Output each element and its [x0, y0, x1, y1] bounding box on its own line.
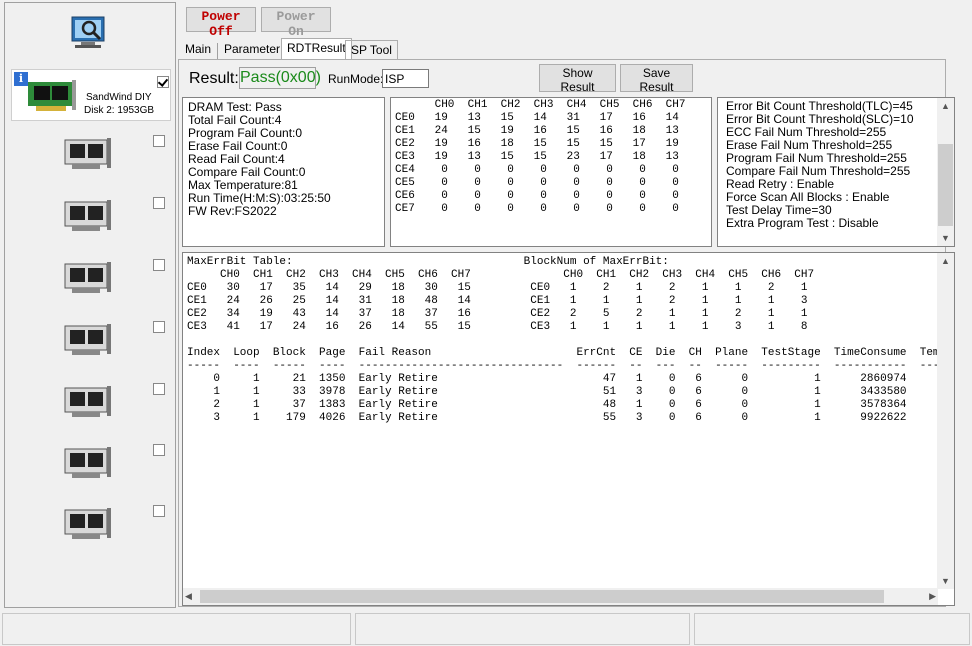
detail-line: CE0 30 17 35 14 29 18 30 15 CE0 1 2 1 2 … [187, 282, 808, 294]
ce-table-row: CH0 CH1 CH2 CH3 CH4 CH5 CH6 CH7 [395, 99, 686, 111]
search-monitor-icon[interactable] [69, 15, 109, 49]
pci-card-icon [64, 508, 111, 539]
device-slot-checkbox[interactable] [153, 321, 165, 333]
status-bar [0, 610, 972, 646]
device-slot-checkbox[interactable] [153, 383, 165, 395]
detail-panel: MaxErrBit Table: BlockNum of MaxErrBit: … [182, 252, 955, 606]
pci-card-icon [64, 386, 111, 417]
pci-card-icon [64, 138, 111, 169]
detail-line: CH0 CH1 CH2 CH3 CH4 CH5 CH6 CH7 CH0 CH1 … [187, 269, 815, 281]
detail-line: 2 1 37 1383 Early Retire 48 1 0 6 0 1 35… [187, 399, 907, 411]
threshold-list: Error Bit Count Threshold(TLC)=45 Error B… [726, 100, 946, 230]
device-slot-checkbox[interactable] [153, 135, 165, 147]
detail-line: 3 1 179 4026 Early Retire 55 3 0 6 0 1 9… [187, 412, 907, 424]
chevron-left-icon[interactable]: ◀ [185, 588, 192, 605]
detail-line: MaxErrBit Table: BlockNum of MaxErrBit: [187, 256, 669, 268]
result-label: Result: [189, 70, 239, 87]
h-scroll-thumb[interactable] [200, 590, 884, 603]
device-slot-checkbox[interactable] [153, 505, 165, 517]
chevron-up-icon[interactable]: ▲ [937, 98, 954, 114]
device-list-panel: i SandWind DIY Disk 2: 1953GB [4, 2, 176, 608]
pci-card-icon [64, 447, 111, 478]
detail-line: 1 1 33 3978 Early Retire 51 3 0 6 0 1 34… [187, 386, 907, 398]
summary-line: FW Rev:FS2022 [188, 204, 277, 218]
ce-table-panel: CH0 CH1 CH2 CH3 CH4 CH5 CH6 CH7 CE0 19 13… [390, 97, 712, 247]
device-slot-checkbox[interactable] [153, 197, 165, 209]
scroll-thumb[interactable] [938, 144, 953, 226]
pci-card-icon [64, 324, 111, 355]
device-slot-4[interactable] [13, 257, 173, 305]
tab-rdtresult[interactable]: RDTResult [281, 38, 352, 60]
runmode-input[interactable] [382, 69, 429, 88]
threshold-panel: Error Bit Count Threshold(TLC)=45 Error B… [717, 97, 955, 247]
pci-card-icon [64, 200, 111, 231]
device-slot-6[interactable] [13, 381, 173, 429]
tab-main[interactable]: Main [180, 40, 216, 59]
device-slot-8[interactable] [13, 503, 173, 551]
detail-line: Index Loop Block Page Fail Reason ErrCnt… [187, 347, 953, 359]
chevron-down-icon[interactable]: ▼ [937, 230, 954, 246]
tab-parameter[interactable]: Parameter [219, 40, 285, 59]
ce-table-row: CE4 0 0 0 0 0 0 0 0 [395, 164, 679, 176]
ce-table-row: CE3 19 13 15 15 23 17 18 13 [395, 151, 679, 163]
pci-card-icon [28, 80, 76, 111]
ce-table-row: CE6 0 0 0 0 0 0 0 0 [395, 190, 679, 202]
device-slot-7[interactable] [13, 442, 173, 490]
summary-list: DRAM Test: Pass Total Fail Count:4 Program… [188, 101, 379, 218]
detail-line: CE1 24 26 25 14 31 18 48 14 CE1 1 1 1 2 … [187, 295, 808, 307]
ce-table-row: CE1 24 15 19 16 15 16 18 13 [395, 125, 679, 137]
device-item-selected[interactable]: i SandWind DIY Disk 2: 1953GB [11, 69, 171, 121]
power-off-button[interactable]: Power Off [186, 7, 256, 39]
status-pane-1 [2, 613, 351, 645]
device-slot-2[interactable] [13, 133, 173, 181]
threshold-line: Extra Program Test : Disable [726, 216, 879, 230]
summary-panel: DRAM Test: Pass Total Fail Count:4 Program… [182, 97, 385, 247]
ce-table: CH0 CH1 CH2 CH3 CH4 CH5 CH6 CH7 CE0 19 13… [395, 99, 707, 216]
power-on-button[interactable]: Power On [261, 7, 331, 39]
pci-card-icon [64, 262, 111, 293]
device-slot-3[interactable] [13, 195, 173, 243]
result-value: Pass(0x00) [239, 67, 321, 89]
status-pane-2 [355, 613, 690, 645]
runmode-label: RunMode: [328, 72, 384, 86]
detail-line: CE3 41 17 24 16 26 14 55 15 CE3 1 1 1 1 … [187, 321, 808, 333]
status-pane-3 [694, 613, 970, 645]
device-name: SandWind DIY [86, 92, 152, 103]
detail-text: MaxErrBit Table: BlockNum of MaxErrBit: … [187, 256, 953, 425]
threshold-scrollbar[interactable]: ▲ ▼ [937, 98, 954, 246]
result-value-text: Pass(0x00) [240, 69, 321, 86]
ce-table-row: CE2 19 16 18 15 15 15 17 19 [395, 138, 679, 150]
device-slot-checkbox[interactable] [153, 444, 165, 456]
save-result-button[interactable]: Save Result [620, 64, 693, 94]
detail-line: ----- ---- ----- ---- ------------------… [187, 360, 953, 372]
device-slot-5[interactable] [13, 319, 173, 367]
ce-table-row: CE0 19 13 15 14 31 17 16 14 [395, 112, 679, 124]
chevron-down-icon[interactable]: ▼ [937, 573, 954, 589]
show-result-button[interactable]: Show Result [539, 64, 616, 94]
detail-line [187, 334, 953, 347]
ce-table-row: CE5 0 0 0 0 0 0 0 0 [395, 177, 679, 189]
device-disk: Disk 2: 1953GB [84, 105, 155, 116]
chevron-right-icon[interactable]: ▶ [929, 588, 936, 605]
chevron-up-icon[interactable]: ▲ [937, 253, 954, 269]
detail-line: CE2 34 19 43 14 37 18 37 16 CE2 2 5 2 1 … [187, 308, 808, 320]
detail-vertical-scrollbar[interactable]: ▲ ▼ [937, 253, 954, 589]
device-slot-checkbox[interactable] [153, 259, 165, 271]
detail-line: 0 1 21 1350 Early Retire 47 1 0 6 0 1 28… [187, 373, 907, 385]
tab-sp-tool[interactable]: SP Tool [345, 40, 398, 59]
ce-table-row: CE7 0 0 0 0 0 0 0 0 [395, 203, 679, 215]
device-checkbox[interactable] [157, 76, 169, 88]
detail-horizontal-scrollbar[interactable]: ◀ ▶ [183, 588, 938, 605]
